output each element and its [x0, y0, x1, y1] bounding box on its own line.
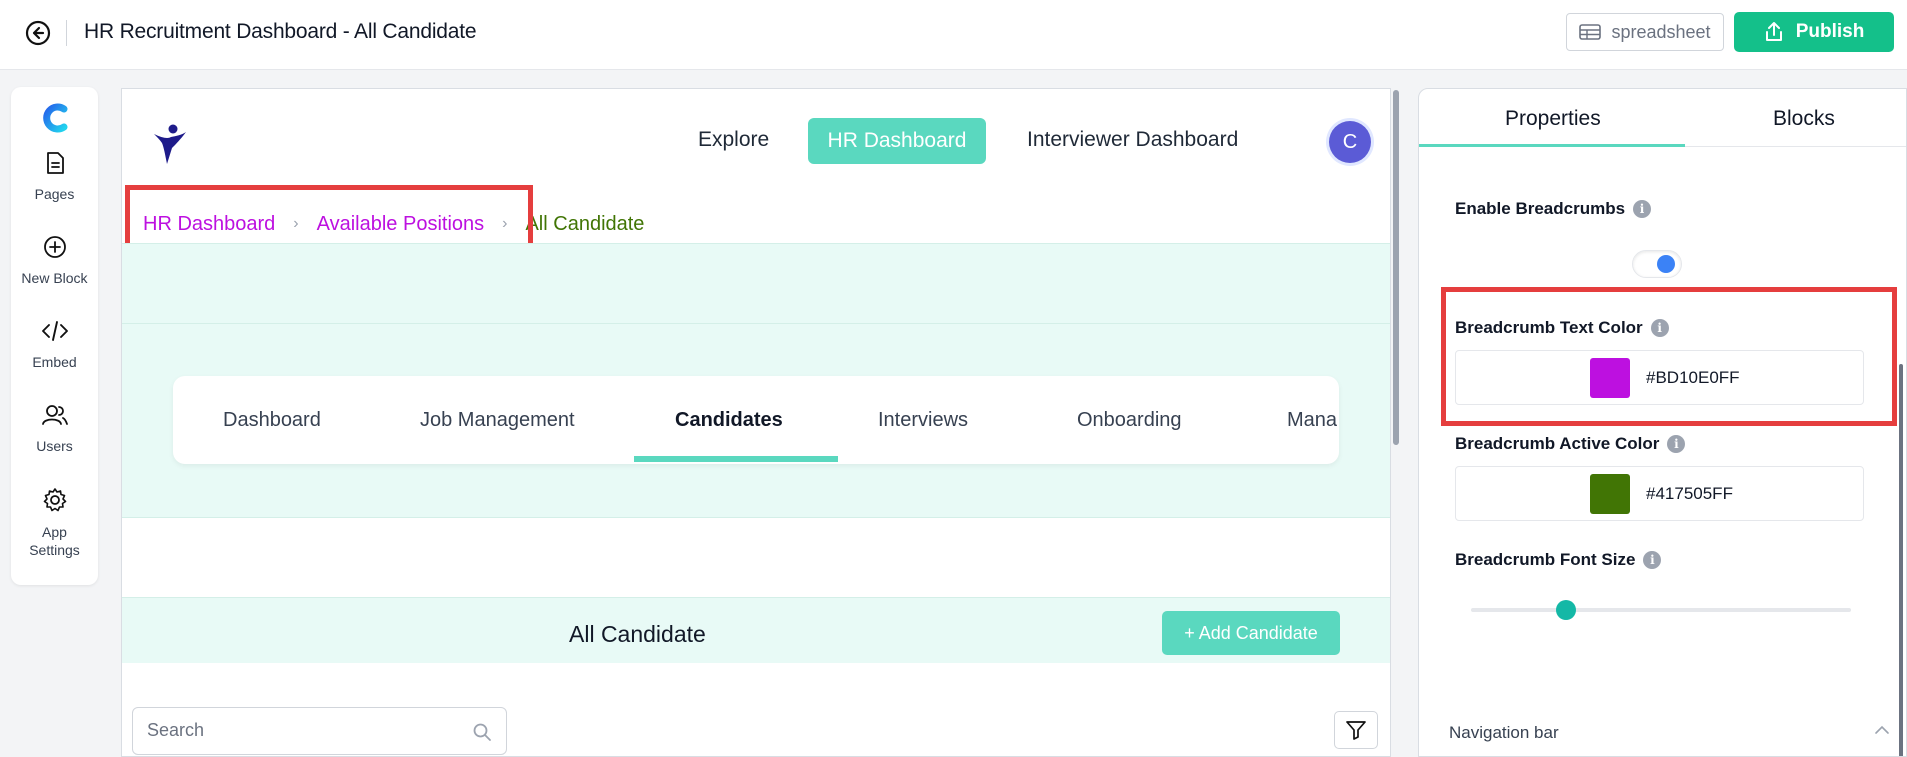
sidebar-item-new-block[interactable]: New Block — [11, 235, 98, 287]
tab-bar: Dashboard Job Management Candidates Inte… — [173, 376, 1339, 464]
app-canvas: Explore HR Dashboard Interviewer Dashboa… — [121, 88, 1391, 757]
publish-label: Publish — [1795, 21, 1865, 42]
tab-dashboard[interactable]: Dashboard — [223, 409, 321, 432]
page-title: HR Recruitment Dashboard - All Candidate — [84, 20, 477, 43]
section-title: All Candidate — [569, 621, 706, 647]
toggle-knob — [1657, 255, 1675, 273]
left-sidebar: Pages New Block Embed Users App Settings — [11, 87, 98, 585]
panel-scrollbar[interactable] — [1899, 149, 1905, 756]
teal-section-top — [122, 243, 1390, 323]
tab-properties[interactable]: Properties — [1505, 107, 1601, 131]
active-tab-indicator — [634, 456, 838, 462]
active-panel-tab-indicator — [1419, 144, 1685, 147]
users-icon — [41, 405, 68, 425]
nav-interviewer-dashboard[interactable]: Interviewer Dashboard — [1027, 128, 1238, 152]
highlight-box-breadcrumb — [125, 185, 533, 249]
navigation-bar-section[interactable]: Navigation bar — [1449, 723, 1559, 743]
table-icon — [1579, 24, 1602, 40]
search-icon — [473, 723, 491, 741]
share-upload-icon — [1765, 22, 1782, 41]
title-divider — [66, 20, 67, 46]
chevron-up-icon[interactable] — [1874, 725, 1890, 735]
white-spacer — [122, 517, 1390, 597]
nav-hr-dashboard[interactable]: HR Dashboard — [808, 118, 986, 164]
back-arrow-icon — [25, 20, 51, 46]
sidebar-item-embed[interactable]: Embed — [11, 319, 98, 371]
tab-management[interactable]: Mana — [1287, 409, 1337, 432]
info-icon[interactable]: i — [1643, 551, 1662, 569]
font-size-slider-track[interactable] — [1471, 608, 1851, 612]
app-brand-logo — [43, 103, 68, 133]
enable-breadcrumbs-label: Enable Breadcrumbs i — [1455, 199, 1652, 219]
gear-icon — [43, 488, 66, 512]
sidebar-item-label: App Settings — [29, 524, 80, 558]
nav-explore[interactable]: Explore — [698, 128, 769, 152]
filter-icon — [1346, 721, 1366, 740]
breadcrumb-font-size-label: Breadcrumb Font Size i — [1455, 550, 1662, 570]
breadcrumb-active-color-picker[interactable]: #417505FF — [1455, 466, 1864, 521]
sidebar-item-label: Users — [36, 438, 73, 454]
color-hex-value: #417505FF — [1646, 484, 1733, 503]
publish-button[interactable]: Publish — [1734, 12, 1894, 52]
company-logo-icon — [154, 124, 186, 164]
panel-scrollbar-thumb[interactable] — [1899, 364, 1903, 756]
info-icon[interactable]: i — [1633, 200, 1652, 218]
spreadsheet-label: spreadsheet — [1611, 21, 1711, 42]
canvas-scrollbar-thumb[interactable] — [1393, 90, 1399, 445]
label-text: Enable Breadcrumbs — [1455, 199, 1626, 218]
canvas-scrollbar[interactable] — [1392, 88, 1400, 757]
avatar[interactable]: C — [1329, 121, 1371, 163]
code-icon — [41, 321, 68, 341]
properties-panel: Properties Blocks Enable Breadcrumbs i B… — [1418, 88, 1907, 757]
enable-breadcrumbs-toggle[interactable] — [1632, 250, 1682, 278]
sidebar-item-label: Embed — [32, 354, 77, 370]
filter-button[interactable] — [1334, 711, 1378, 749]
sidebar-item-label: Pages — [34, 186, 75, 202]
tab-job-management[interactable]: Job Management — [420, 409, 575, 432]
sidebar-item-label: New Block — [21, 270, 88, 286]
font-size-slider-handle[interactable] — [1556, 600, 1576, 620]
label-text: Breadcrumb Active Color — [1455, 434, 1660, 453]
tab-onboarding[interactable]: Onboarding — [1077, 409, 1182, 432]
breadcrumb-active-color-label: Breadcrumb Active Color i — [1455, 434, 1686, 454]
document-icon — [46, 152, 64, 174]
info-icon[interactable]: i — [1667, 435, 1686, 453]
spreadsheet-button[interactable]: spreadsheet — [1566, 13, 1724, 51]
sidebar-item-app-settings[interactable]: App Settings — [11, 487, 98, 559]
search-box — [132, 707, 507, 755]
color-swatch[interactable] — [1590, 474, 1630, 514]
sidebar-item-users[interactable]: Users — [11, 403, 98, 455]
top-bar: HR Recruitment Dashboard - All Candidate… — [0, 0, 1907, 70]
plus-circle-icon — [43, 236, 66, 258]
highlight-box-text-color — [1441, 287, 1897, 426]
tab-interviews[interactable]: Interviews — [878, 409, 968, 432]
back-button[interactable] — [22, 17, 54, 49]
search-input[interactable] — [147, 720, 447, 741]
tab-blocks[interactable]: Blocks — [1773, 107, 1835, 131]
add-candidate-button[interactable]: + Add Candidate — [1162, 611, 1340, 655]
tab-candidates[interactable]: Candidates — [675, 409, 783, 432]
label-text: Breadcrumb Font Size — [1455, 550, 1636, 569]
breadcrumb-current: All Candidate — [525, 212, 645, 235]
sidebar-item-pages[interactable]: Pages — [11, 151, 98, 203]
